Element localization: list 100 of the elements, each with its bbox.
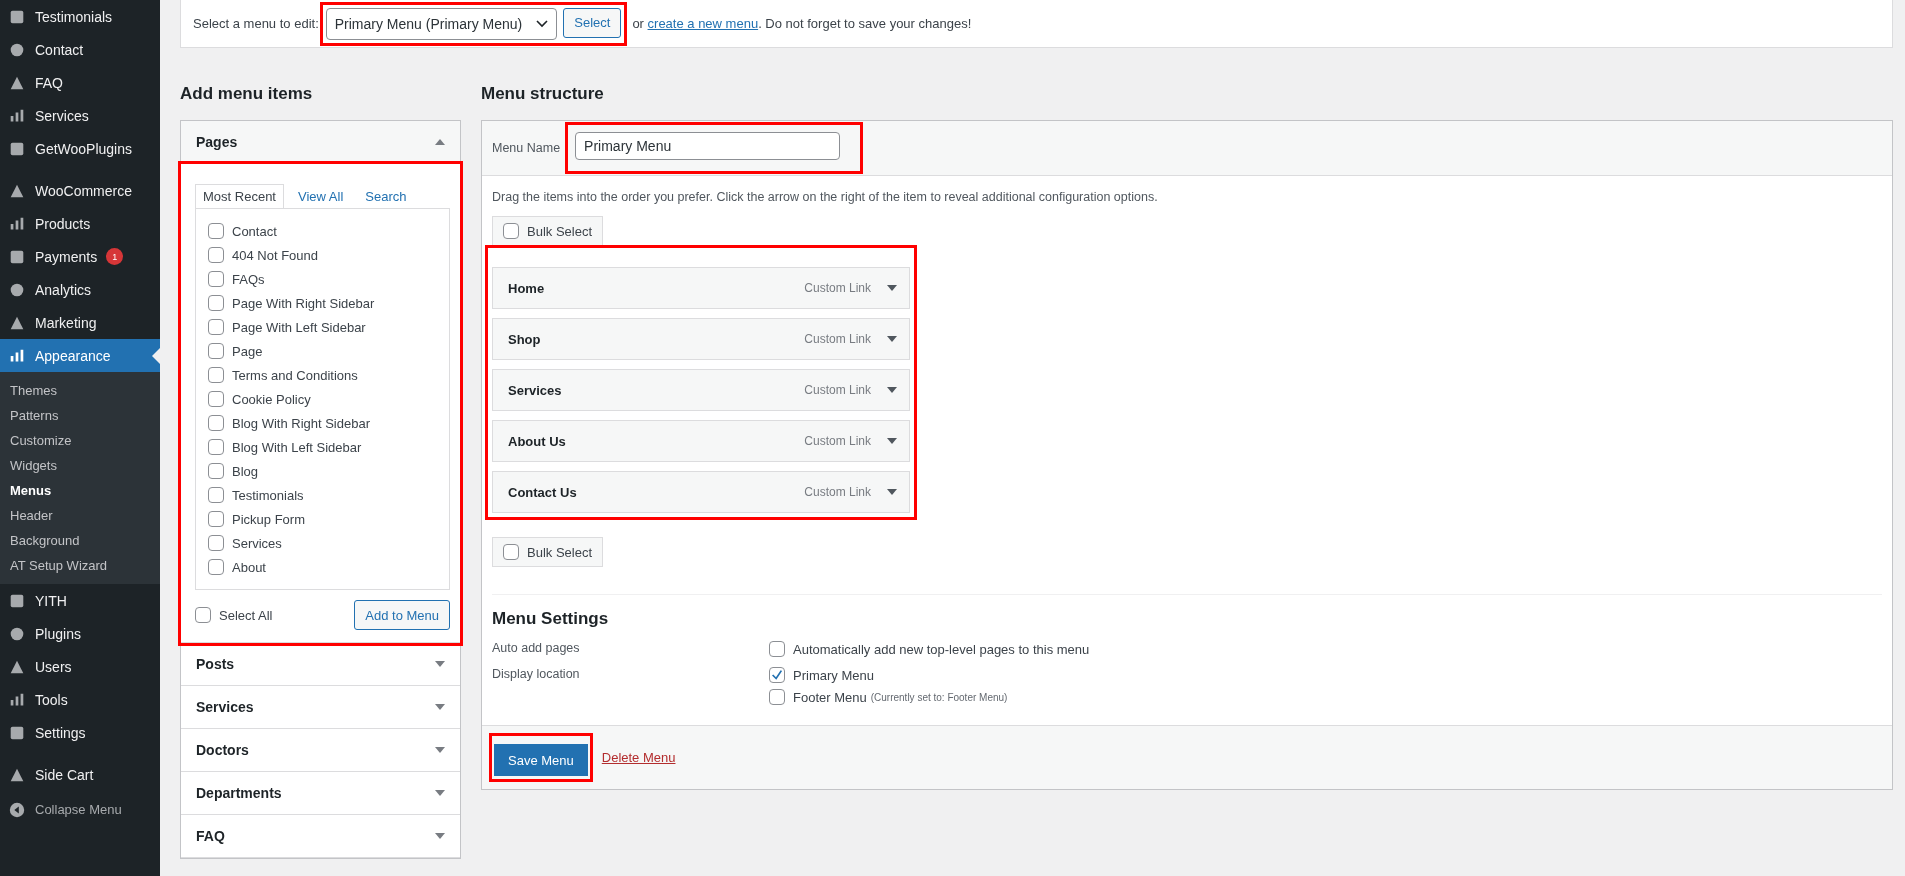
checkbox[interactable]	[208, 247, 224, 263]
sidebar-item[interactable]: Users	[0, 650, 160, 683]
sidebar-item[interactable]: Testimonials	[0, 0, 160, 33]
tab[interactable]: View All	[290, 184, 352, 208]
checkbox-label: About	[232, 559, 266, 575]
sidebar-item[interactable]: Tools	[0, 683, 160, 716]
checkbox[interactable]	[208, 367, 224, 383]
menu-item-title: About Us	[508, 433, 567, 449]
triangle-up-icon	[435, 139, 445, 145]
menu-name-label: Menu Name	[492, 141, 561, 155]
triangle-down-icon[interactable]	[887, 336, 897, 342]
bulk-select-button[interactable]: Bulk Select	[492, 216, 604, 246]
checkbox[interactable]	[208, 487, 224, 503]
tab[interactable]: Search	[357, 184, 415, 208]
checkbox-label: Cookie Policy	[232, 391, 311, 407]
sidebar-item[interactable]: Payments 1	[0, 240, 160, 273]
submenu-item[interactable]: Background	[0, 528, 160, 553]
checkbox[interactable]	[503, 544, 519, 560]
sidebar-item[interactable]: Analytics	[0, 273, 160, 306]
checkbox[interactable]	[769, 641, 785, 657]
sidebar-item[interactable]: Products	[0, 207, 160, 240]
checkbox[interactable]	[208, 559, 224, 575]
instruction-text: Drag the items into the order you prefer. Click the arrow on the right of the item to reveal additional configuration options.	[492, 190, 1159, 204]
triangle-down-icon[interactable]	[887, 285, 897, 291]
save-menu-button[interactable]: Save Menu	[494, 744, 588, 776]
sidebar-item[interactable]: WooCommerce	[0, 174, 160, 207]
checkbox[interactable]	[208, 295, 224, 311]
sidebar-item[interactable]: Plugins	[0, 617, 160, 650]
sidebar-item[interactable]: Contact	[0, 33, 160, 66]
submenu-item[interactable]: Menus	[0, 478, 160, 503]
checkbox[interactable]	[769, 667, 785, 683]
checkbox-label: FAQs	[232, 271, 265, 287]
sidebar-item[interactable]: Appearance	[0, 339, 160, 372]
menu-item-type: Custom Link	[804, 383, 871, 397]
checkbox-label: Testimonials	[232, 487, 304, 503]
menu-item-bar[interactable]: Home Custom Link	[492, 267, 910, 309]
select-button[interactable]: Select	[563, 7, 622, 38]
checkbox[interactable]	[208, 463, 224, 479]
checkbox[interactable]	[208, 439, 224, 455]
checkbox[interactable]	[208, 223, 224, 239]
checkbox-label: Pickup Form	[232, 511, 305, 527]
collapse-menu-button[interactable]: Collapse Menu	[0, 793, 160, 826]
menu-item-title: Home	[508, 280, 546, 296]
sidebar-item[interactable]: FAQ	[0, 66, 160, 99]
checkbox-label: Terms and Conditions	[232, 367, 358, 383]
section-heading: Menu structure	[481, 84, 605, 104]
checkbox[interactable]	[503, 223, 519, 239]
menu-item-title: Contact Us	[508, 484, 578, 500]
collapse-icon	[8, 800, 26, 819]
bulk-select-button[interactable]: Bulk Select	[492, 537, 604, 567]
checkbox-label: Select All	[219, 607, 273, 623]
sidebar-item[interactable]: YITH	[0, 584, 160, 617]
menu-item-bar[interactable]: Shop Custom Link	[492, 318, 910, 360]
checkbox-label: Contact	[232, 223, 277, 239]
sidebar-item[interactable]: GetWooPlugins	[0, 132, 160, 165]
menu-name-field[interactable]: Primary Menu	[575, 132, 841, 160]
submenu-item[interactable]: Widgets	[0, 453, 160, 478]
checkbox[interactable]	[208, 415, 224, 431]
select-menu-label: Select a menu to edit:	[193, 16, 319, 31]
checkbox-label: Blog	[232, 463, 259, 479]
setting-label: Display location	[492, 667, 581, 683]
submenu-item[interactable]: AT Setup Wizard	[0, 553, 160, 578]
triangle-down-icon[interactable]	[887, 489, 897, 495]
checkbox[interactable]	[208, 319, 224, 335]
submenu-item[interactable]: Customize	[0, 428, 160, 453]
settings-heading: Menu Settings	[492, 609, 610, 629]
triangle-down-icon	[435, 704, 445, 710]
checkbox[interactable]	[769, 689, 785, 705]
accordion-header[interactable]: Pages	[181, 121, 460, 164]
triangle-down-icon[interactable]	[887, 387, 897, 393]
checkbox-label: Primary Menu	[793, 667, 874, 683]
chevron-down-icon	[536, 19, 549, 28]
setting-label: Auto add pages	[492, 641, 581, 657]
checkbox[interactable]	[208, 343, 224, 359]
add-to-menu-button[interactable]: Add to Menu	[354, 600, 450, 630]
delete-menu-link[interactable]: Delete Menu	[601, 750, 676, 765]
menu-item-type: Custom Link	[804, 434, 871, 448]
sidebar-item[interactable]: Services	[0, 99, 160, 132]
menu-item-bar[interactable]: About Us Custom Link	[492, 420, 910, 462]
menu-dropdown[interactable]: Primary Menu (Primary Menu)	[325, 7, 558, 40]
menu-item-bar[interactable]: Services Custom Link	[492, 369, 910, 411]
triangle-down-icon	[435, 833, 445, 839]
tab[interactable]: Most Recent	[195, 184, 284, 208]
checkbox[interactable]	[208, 511, 224, 527]
checkbox-label: Services	[232, 535, 282, 551]
submenu-item[interactable]: Patterns	[0, 403, 160, 428]
checkbox[interactable]	[208, 535, 224, 551]
submenu-item[interactable]: Themes	[0, 378, 160, 403]
checkbox-label: Page	[232, 343, 263, 359]
sidebar-item[interactable]: Marketing	[0, 306, 160, 339]
checkbox[interactable]	[208, 391, 224, 407]
checkbox[interactable]	[208, 271, 224, 287]
triangle-down-icon	[435, 747, 445, 753]
sidebar-item[interactable]: Side Cart	[0, 758, 160, 791]
sidebar-item[interactable]: Settings	[0, 716, 160, 749]
triangle-down-icon[interactable]	[887, 438, 897, 444]
menu-item-bar[interactable]: Contact Us Custom Link	[492, 471, 910, 513]
instruction-text: or create a new menu. Do not forget to save your changes!	[632, 16, 972, 31]
checkbox[interactable]	[195, 607, 211, 623]
submenu-item[interactable]: Header	[0, 503, 160, 528]
